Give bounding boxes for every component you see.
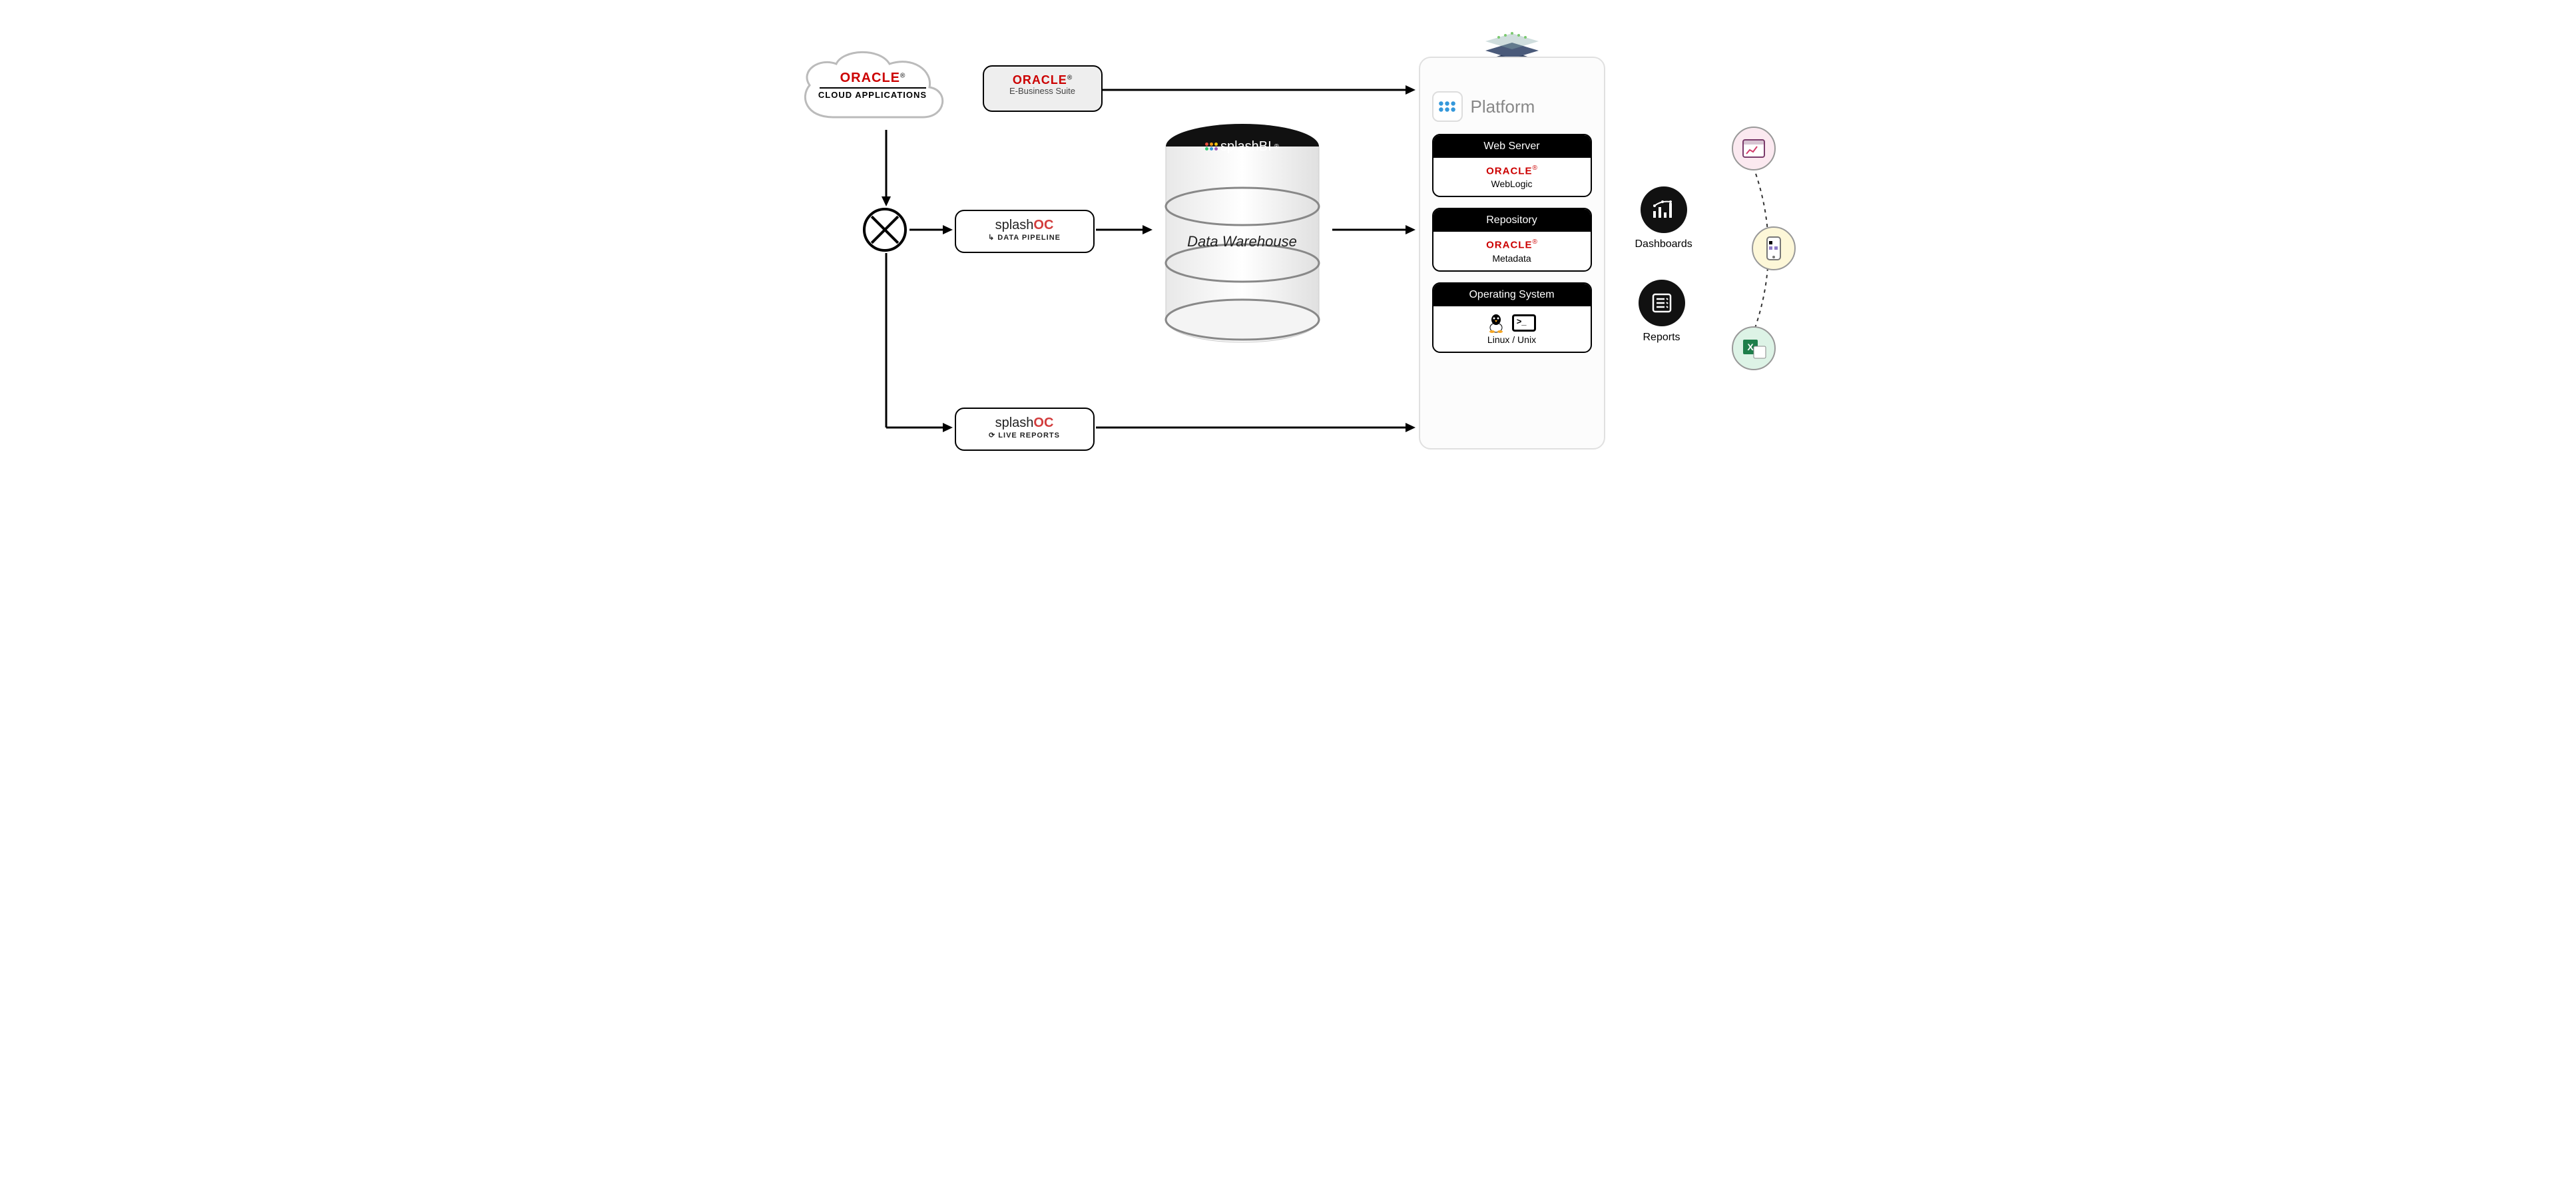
linux-penguin-icon <box>1487 313 1505 333</box>
warehouse-label: Data Warehouse <box>1156 233 1329 250</box>
stack-repository: Repository ORACLE® Metadata <box>1432 208 1592 271</box>
svg-text:X: X <box>1747 342 1754 352</box>
oracle-cloud-applications-node: ORACLE® CLOUD APPLICATIONS <box>793 44 953 131</box>
data-warehouse-node: splashBI® Data Warehouse <box>1156 120 1329 353</box>
cloud-apps-label: CLOUD APPLICATIONS <box>793 90 953 100</box>
arrow-merge-down <box>880 253 893 428</box>
arrow-ebs-to-platform <box>1103 80 1416 100</box>
registered-mark: ® <box>900 73 905 80</box>
splashbi-logo: splashBI® <box>1205 139 1279 154</box>
chart-icon <box>1641 186 1687 233</box>
stack-web-server: Web Server ORACLE® WebLogic <box>1432 134 1592 197</box>
arrow-pipeline-to-dw <box>1096 220 1153 240</box>
arrow-to-live <box>880 420 953 440</box>
platform-logo-icon <box>1432 91 1463 122</box>
list-icon <box>1639 280 1685 326</box>
dashboards-output: Dashboards <box>1635 186 1692 250</box>
terminal-icon <box>1512 314 1536 332</box>
oracle-brand-text: ORACLE <box>1013 73 1067 87</box>
arrow-dw-to-platform <box>1332 220 1416 240</box>
arrow-cloud-down <box>876 130 896 206</box>
merge-icon <box>863 208 907 252</box>
arrow-live-to-platform <box>1096 420 1416 440</box>
platform-panel: Platform Web Server ORACLE® WebLogic Rep… <box>1419 57 1605 449</box>
splash-oc-live-node: splashOC ⟳ LIVE REPORTS <box>955 408 1095 451</box>
reports-output: Reports <box>1639 280 1685 344</box>
mini-dashboard-icon <box>1732 127 1776 170</box>
splash-oc-pipeline-node: splashOC ↳ DATA PIPELINE <box>955 210 1095 253</box>
stack-os: Operating System Linux / Unix <box>1432 282 1592 353</box>
oracle-ebs-node: ORACLE® E-Business Suite <box>983 65 1103 112</box>
ebs-label: E-Business Suite <box>995 86 1091 96</box>
oracle-brand-text: ORACLE <box>840 71 900 85</box>
arrow-merge-to-pipeline <box>909 220 953 240</box>
mini-mobile-icon <box>1752 226 1796 270</box>
platform-title: Platform <box>1471 97 1535 117</box>
mini-excel-icon: X <box>1732 326 1776 370</box>
